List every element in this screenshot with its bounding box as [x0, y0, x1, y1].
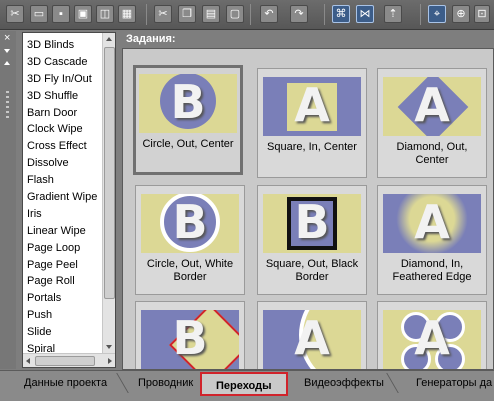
list-item[interactable]: Page Loop [27, 240, 103, 257]
scissors-icon[interactable]: ✂ [154, 5, 172, 23]
preset-tile-selected[interactable]: B Circle, Out, Center [133, 65, 243, 175]
list-item[interactable]: Portals [27, 290, 103, 307]
list-item[interactable]: 3D Fly In/Out [27, 71, 103, 88]
preset-thumbnail: A [263, 77, 361, 136]
toolbar: ✂ ▭ ▪ ▣ ◫ ▦ ✂ ❐ ▤ ▢ ↶ ↷ ⌘ ⋈ ⇡ ⌖ ⊕ ⊡ [0, 0, 494, 30]
preset-tile[interactable]: B Circle, Out, White Border [135, 185, 245, 295]
panel-title: Задания: [126, 33, 176, 45]
list-item[interactable]: Barn Door [27, 105, 103, 122]
tab-video-fx[interactable]: Видеоэффекты [304, 374, 384, 392]
preset-label: Diamond, In, Feathered Edge [392, 258, 472, 283]
transitions-list: 3D Blinds 3D Cascade 3D Fly In/Out 3D Sh… [22, 32, 116, 368]
bottom-tabs: Данные проекта Проводник Переходы Видеоэ… [0, 370, 494, 401]
preset-letter: A [294, 78, 330, 132]
cut-icon[interactable]: ✂ [6, 5, 24, 23]
preset-letter: A [414, 195, 450, 249]
preset-tile[interactable]: A Diamond, In, Feathered Edge [377, 185, 487, 295]
list-item[interactable]: Push [27, 307, 103, 324]
tab-explorer[interactable]: Проводник [138, 374, 193, 392]
preset-tile[interactable]: A [377, 301, 487, 369]
zoom-tool-icon[interactable]: ⊕ [452, 5, 470, 23]
list-item[interactable]: 3D Blinds [27, 37, 103, 54]
preset-tile[interactable]: B Square, Out, Black Border [257, 185, 367, 295]
chevron-down-icon[interactable] [4, 49, 10, 53]
list-vertical-scrollbar[interactable] [102, 33, 115, 353]
preset-letter: B [172, 311, 208, 365]
preset-thumbnail: B [141, 194, 239, 253]
preset-thumbnail: A [383, 310, 481, 369]
preset-letter: B [172, 195, 208, 249]
window-grip[interactable]: × [0, 31, 16, 369]
undo-icon[interactable]: ↶ [260, 5, 278, 23]
list-item[interactable]: Page Roll [27, 273, 103, 290]
transitions-list-items: 3D Blinds 3D Cascade 3D Fly In/Out 3D Sh… [27, 37, 103, 358]
list-item-selected[interactable]: Iris [27, 206, 103, 223]
preset-letter: B [294, 195, 330, 249]
list-item[interactable]: Linear Wipe [27, 223, 103, 240]
snap-icon[interactable]: ⌘ [332, 5, 350, 23]
preset-tile[interactable]: B [135, 301, 245, 369]
scroll-thumb[interactable] [104, 47, 115, 299]
auto-ripple-icon[interactable]: ⋈ [356, 5, 374, 23]
delete-icon[interactable]: ▢ [226, 5, 244, 23]
list-item[interactable]: Gradient Wipe [27, 189, 103, 206]
properties-icon[interactable]: ▣ [74, 5, 92, 23]
preset-label: Square, Out, Black Border [265, 258, 359, 283]
scroll-left-icon[interactable] [26, 358, 30, 364]
preset-tile[interactable]: A Square, In, Center [257, 68, 367, 178]
preset-label: Circle, Out, White Border [146, 258, 234, 283]
preset-label: Diamond, Out, Center [396, 141, 468, 166]
tab-media-generators[interactable]: Генераторы да [416, 374, 492, 392]
chevron-up-icon[interactable] [4, 61, 10, 65]
list-item[interactable]: Page Peel [27, 257, 103, 274]
preset-tile[interactable]: A Diamond, Out, Center [377, 68, 487, 178]
preset-thumbnail: B [141, 310, 239, 369]
preset-thumbnail: B [139, 74, 237, 133]
presets-grid: B Circle, Out, Center A Square, In, Cent… [122, 48, 494, 370]
list-horizontal-scrollbar[interactable] [23, 353, 115, 367]
list-item[interactable]: Dissolve [27, 155, 103, 172]
tab-project-media[interactable]: Данные проекта [24, 374, 107, 392]
paste-icon[interactable]: ▤ [202, 5, 220, 23]
scroll-right-icon[interactable] [108, 358, 112, 364]
close-icon[interactable]: × [4, 32, 10, 44]
scroll-thumb[interactable] [35, 356, 95, 366]
preset-letter: A [414, 78, 450, 132]
open-icon[interactable]: ▭ [30, 5, 48, 23]
preset-thumbnail: A [383, 77, 481, 136]
pan-icon[interactable]: ▦ [118, 5, 136, 23]
preset-thumbnail: B [263, 194, 361, 253]
envelope-tool-icon[interactable]: ⊡ [474, 5, 490, 23]
scroll-up-icon[interactable] [106, 37, 112, 41]
render-icon[interactable]: ◫ [96, 5, 114, 23]
preset-letter: B [170, 75, 206, 129]
list-item[interactable]: Flash [27, 172, 103, 189]
scroll-down-icon[interactable] [106, 345, 112, 349]
copy-icon[interactable]: ❐ [178, 5, 196, 23]
list-item[interactable]: Cross Effect [27, 138, 103, 155]
grip-dots [6, 91, 9, 121]
list-item[interactable]: 3D Cascade [27, 54, 103, 71]
lock-envelope-icon[interactable]: ⇡ [384, 5, 402, 23]
list-item[interactable]: 3D Shuffle [27, 88, 103, 105]
preset-label: Circle, Out, Center [142, 138, 234, 150]
list-item[interactable]: Clock Wipe [27, 121, 103, 138]
preset-letter: A [414, 311, 450, 365]
preset-letter: A [294, 311, 330, 365]
preset-tile[interactable]: A [257, 301, 367, 369]
preset-label: Square, In, Center [267, 141, 357, 153]
preset-thumbnail: A [383, 194, 481, 253]
redo-icon[interactable]: ↷ [290, 5, 308, 23]
list-item[interactable]: Slide [27, 324, 103, 341]
tab-transitions[interactable]: Переходы [200, 372, 288, 396]
select-tool-icon[interactable]: ⌖ [428, 5, 446, 23]
preset-thumbnail: A [263, 310, 361, 369]
save-icon[interactable]: ▪ [52, 5, 70, 23]
